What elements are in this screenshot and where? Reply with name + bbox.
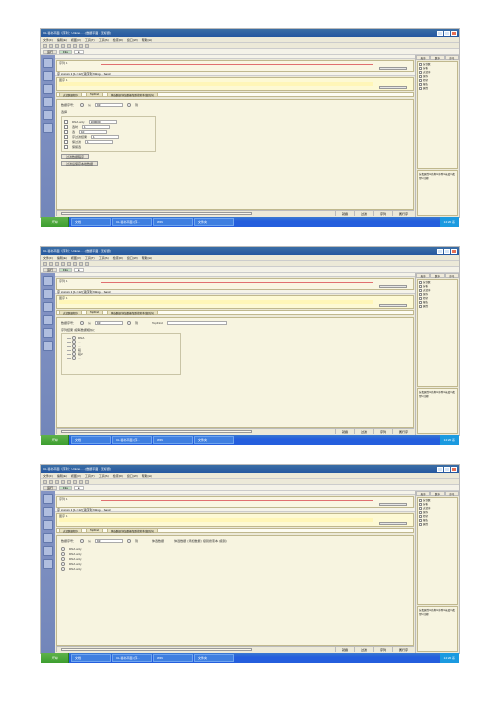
rtab-2[interactable]: 数字 — [430, 55, 444, 60]
menu-edit[interactable]: 编辑(E) — [57, 38, 67, 42]
sidebar-open-icon[interactable] — [43, 58, 53, 68]
filter-group: DNA only 选时 选 序过滤结果 保过滤 保留选 — [61, 116, 156, 152]
actions-list: 分封数 分析 过滤序 保存 打印 报告 属性 — [417, 61, 458, 169]
chk-time[interactable] — [64, 125, 68, 129]
tb-new-icon[interactable] — [43, 44, 47, 48]
seq1-scroll[interactable] — [379, 67, 407, 70]
tb-copy-icon[interactable] — [73, 44, 77, 48]
option-list: DNA only DNA only DNA only DNA only DNA … — [61, 546, 409, 571]
screenshot-1: CL 秘书平面（序列：Unkno... - [数据平面 · 无标题] 文件(F)… — [40, 28, 460, 218]
inp-filtres[interactable] — [91, 135, 119, 139]
to-radio[interactable] — [127, 103, 131, 107]
tb-undo-icon[interactable] — [85, 44, 89, 48]
clock: 14:20 系 — [444, 220, 455, 224]
sidebar-tools-icon[interactable] — [43, 110, 53, 120]
chk-sel[interactable] — [64, 130, 68, 134]
system-tray[interactable]: 14:20 系 — [440, 217, 459, 227]
inp-time[interactable] — [82, 125, 110, 129]
tab-topfind[interactable]: TopFind — [86, 92, 103, 96]
control-panel-topfind: 数据序号： 从 到 TopFind 序列结果 (级联数据相似)： DNA ...… — [56, 317, 414, 428]
tb-print-icon[interactable] — [61, 44, 65, 48]
chk-filtres[interactable] — [64, 135, 68, 139]
record-button[interactable]: ● — [74, 50, 84, 54]
menu-tools2[interactable]: 工具(S) — [99, 38, 109, 42]
task-folder[interactable]: 文件夹 — [194, 218, 234, 226]
menu-file[interactable]: 文件(F) — [43, 38, 53, 42]
tab-strip: 过滤数据程序 TopFind 体选数据/添加数据/级别搜索本(级别序) — [56, 92, 414, 97]
tab-select[interactable]: 体选数据/添加数据/级别搜索本(级别序) — [107, 92, 158, 96]
chk-keep[interactable] — [64, 140, 68, 144]
menu-help[interactable]: 帮助(H) — [142, 38, 152, 42]
from-input[interactable] — [95, 103, 123, 107]
minimize-button[interactable] — [437, 31, 443, 36]
task-win[interactable]: WIN — [153, 218, 193, 226]
opt-1[interactable] — [61, 547, 65, 551]
image-panel-1[interactable]: 图序 1 — [56, 77, 414, 91]
sidebar-search-icon[interactable] — [43, 84, 53, 94]
status-progress — [56, 211, 335, 216]
fits-button[interactable]: Fits — [59, 50, 72, 54]
status-prop: 属行序 — [392, 211, 414, 216]
sequence-panel-1[interactable]: 序列 1 — [56, 60, 414, 72]
status-seq: 序列 — [373, 211, 392, 216]
menu-window[interactable]: 窗口(W) — [127, 38, 138, 42]
save-local-button[interactable]: 过滤后保存本地数据 — [61, 161, 98, 166]
numseq-label: 数据序号： — [61, 103, 76, 107]
status-filter: 过滤 — [354, 211, 373, 216]
opt-5[interactable] — [61, 567, 65, 571]
tb-save-icon[interactable] — [55, 44, 59, 48]
opt-4[interactable] — [61, 562, 65, 566]
maximize-button[interactable] — [444, 31, 450, 36]
close-button[interactable] — [451, 31, 457, 36]
inp-keep[interactable] — [85, 140, 113, 144]
tab-filter[interactable]: 过滤数据程序 — [59, 92, 82, 96]
titlebar: CL 秘书平面（序列：Unkno... - [数据平面 · 无标题] — [41, 29, 459, 37]
run-button[interactable]: 运行 — [43, 50, 57, 54]
filter-button[interactable]: 过滤数据程序 — [61, 154, 89, 159]
to-label: 到 — [135, 103, 138, 107]
control-panel-select: 数据序号： 从 到 体选数据 体选数据 | 添加数据 | 级别搜索本 (级别) … — [56, 535, 414, 646]
taskbar: 开始 文档 CL 秘书平面 (序... WIN 文件夹 14:20 系 — [41, 217, 459, 227]
status-bar: 就绪 过滤 序列 属行序 — [56, 210, 414, 216]
rtab-1[interactable]: 无序 — [416, 55, 430, 60]
tb-open-icon[interactable] — [49, 44, 53, 48]
screenshot-2: CL 秘书平面（序列：Unkno... - [数据平面 · 无标题] 文件(F)… — [40, 246, 460, 436]
control-panel-filter: 数据序号： 从 到 选择 DNA only 选时 选 序过滤结果 保过滤 — [56, 99, 414, 210]
status-ready: 就绪 — [335, 211, 354, 216]
task-app[interactable]: CL 秘书平面 (序... — [112, 218, 152, 226]
seq1-label: 序列 1 — [59, 61, 68, 65]
window-title: CL 秘书平面（序列：Unkno... - [数据平面 · 无标题] — [43, 31, 111, 35]
sidebar-view-icon[interactable] — [43, 97, 53, 107]
sidebar-info-icon[interactable] — [43, 123, 53, 133]
screenshot-3: CL 秘书平面（序列：Unkno... - [数据平面 · 无标题] 文件(F)… — [40, 464, 460, 654]
properties-box: 分类属性\n名称\n序列\n长度\n类型\n注释 — [417, 170, 458, 216]
chk-dna[interactable] — [64, 120, 68, 124]
inp-sel[interactable] — [79, 130, 107, 134]
left-sidebar — [41, 55, 55, 217]
tb-cut-icon[interactable] — [67, 44, 71, 48]
result-tree[interactable]: DNA ... ... 段 段2 ... — [61, 333, 181, 375]
menu-tools[interactable]: 工具(T) — [85, 38, 95, 42]
opt-2[interactable] — [61, 552, 65, 556]
img1-band — [59, 82, 373, 86]
from-label: 从 — [88, 103, 91, 107]
chk-keep2[interactable] — [64, 145, 68, 149]
caption-bar — [55, 55, 415, 59]
seq-text: 序 xxxxxx 1 [1->12] 双序列 fitting... band — [55, 72, 415, 76]
from-radio[interactable] — [80, 103, 84, 107]
tb-paste-icon[interactable] — [79, 44, 83, 48]
right-sidebar: 无序数字序号 分封数 分析 过滤序 保存 打印 报告 属性 分类属性\n名称\n… — [415, 55, 459, 217]
start-button[interactable]: 开始 — [41, 217, 69, 227]
img1-scroll[interactable] — [379, 86, 407, 89]
menu-view[interactable]: 视图(V) — [71, 38, 81, 42]
task-doc[interactable]: 文档 — [71, 218, 111, 226]
sidebar-save-icon[interactable] — [43, 71, 53, 81]
menu-search[interactable]: 检索(R) — [113, 38, 123, 42]
select-section: 选择 — [61, 110, 67, 114]
seq1-redline — [101, 64, 373, 65]
opt-3[interactable] — [61, 557, 65, 561]
rtab-3[interactable]: 序号 — [445, 55, 459, 60]
inp-dna[interactable] — [89, 120, 117, 124]
